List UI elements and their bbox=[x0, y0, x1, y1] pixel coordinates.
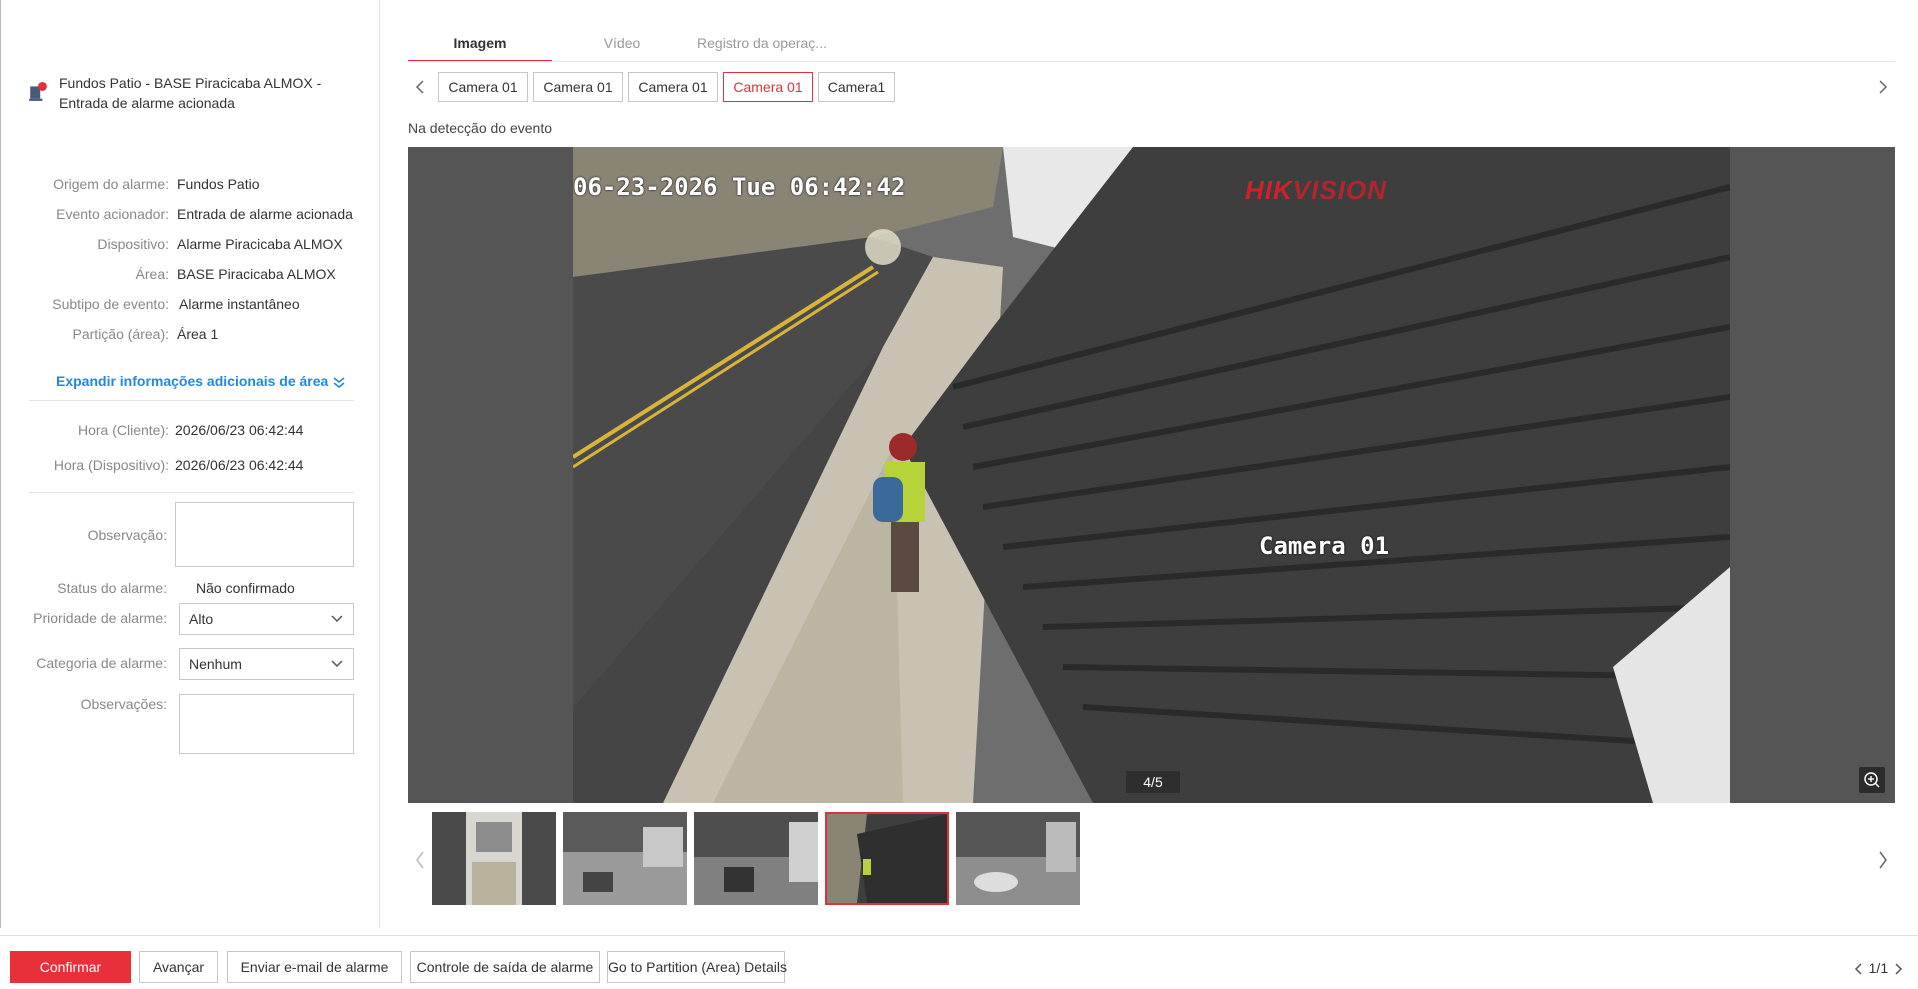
detail-row-subtipo: Subtipo de evento: Alarme instantâneo bbox=[1, 293, 381, 315]
camera-tab-2[interactable]: Camera 01 bbox=[533, 72, 623, 102]
camera-tab-3[interactable]: Camera 01 bbox=[628, 72, 718, 102]
next-button[interactable]: Avançar bbox=[139, 951, 218, 983]
tab-label: Vídeo bbox=[603, 35, 641, 51]
alarm-input-icon bbox=[29, 82, 47, 101]
partition-details-button[interactable]: Go to Partition (Area) Details bbox=[607, 951, 787, 983]
double-chevron-down-icon bbox=[333, 377, 345, 389]
thumbnail-image bbox=[563, 812, 687, 905]
category-label: Categoria de alarme: bbox=[36, 655, 167, 671]
alarm-output-button[interactable]: Controle de saída de alarme bbox=[410, 951, 600, 983]
camera-tab-5[interactable]: Camera1 bbox=[818, 72, 895, 102]
priority-label: Prioridade de alarme: bbox=[33, 610, 167, 626]
priority-select-value: Alto bbox=[189, 611, 214, 627]
chevron-right-icon[interactable] bbox=[1876, 79, 1890, 95]
divider bbox=[29, 400, 354, 401]
detail-value: Área 1 bbox=[177, 326, 219, 342]
observacoes-label: Observações: bbox=[80, 696, 167, 712]
action-bar: Confirmar Avançar Enviar e-mail de alarm… bbox=[0, 935, 1918, 989]
expand-area-info-link[interactable]: Expandir informações adicionais de área bbox=[56, 373, 346, 389]
camera-tab-1[interactable]: Camera 01 bbox=[438, 72, 528, 102]
thumbnail-2[interactable] bbox=[563, 812, 687, 905]
detail-value: BASE Piracicaba ALMOX bbox=[177, 266, 336, 282]
status-label: Status do alarme: bbox=[57, 580, 167, 596]
tab-label: Registro da operaç... bbox=[697, 35, 827, 51]
chevron-right-icon[interactable] bbox=[1892, 962, 1904, 976]
zoom-in-icon bbox=[1864, 772, 1880, 788]
status-value: Não confirmado bbox=[196, 580, 295, 596]
detail-value: Fundos Patio bbox=[177, 176, 260, 192]
chevron-left-icon[interactable] bbox=[1853, 962, 1865, 976]
observacao-label: Observação: bbox=[87, 527, 167, 543]
alarm-details-panel: Fundos Patio - BASE Piracicaba ALMOX - E… bbox=[0, 0, 380, 928]
thumbnail-image bbox=[432, 812, 556, 905]
detail-value: Alarme instantâneo bbox=[179, 296, 300, 312]
thumbnail-5[interactable] bbox=[956, 812, 1080, 905]
hikvision-logo: HIKVISION bbox=[1245, 175, 1387, 206]
thumbnail-image bbox=[827, 814, 947, 903]
alarm-title: Fundos Patio - BASE Piracicaba ALMOX - E… bbox=[59, 75, 322, 111]
observacao-textarea[interactable] bbox=[175, 502, 354, 567]
brand-part-hik: HIK bbox=[1245, 175, 1293, 205]
category-select[interactable]: Nenhum bbox=[179, 648, 354, 680]
thumbnail-4[interactable] bbox=[825, 812, 949, 905]
image-counter: 4/5 bbox=[1126, 771, 1180, 793]
pager: 1/1 bbox=[1853, 960, 1904, 976]
category-select-value: Nenhum bbox=[189, 656, 242, 672]
detail-label: Partição (área): bbox=[72, 326, 169, 342]
tab-imagem[interactable]: Imagem bbox=[408, 28, 552, 62]
detail-label: Origem do alarme: bbox=[53, 176, 169, 192]
image-viewer[interactable]: 06-23-2026 Tue 06:42:42 HIKVISION Camera… bbox=[408, 147, 1895, 803]
detection-label: Na detecção do evento bbox=[408, 120, 552, 136]
thumbnail-image bbox=[956, 812, 1080, 905]
detail-value: Alarme Piracicaba ALMOX bbox=[177, 236, 343, 252]
time-label: Hora (Dispositivo): bbox=[53, 457, 169, 473]
detail-label: Área: bbox=[135, 266, 169, 282]
tab-video[interactable]: Vídeo bbox=[560, 28, 684, 62]
expand-area-info-label: Expandir informações adicionais de área bbox=[56, 373, 329, 389]
chevron-right-icon[interactable] bbox=[1876, 850, 1890, 870]
tab-underline bbox=[408, 61, 1895, 62]
priority-select[interactable]: Alto bbox=[179, 603, 354, 635]
snapshot-image bbox=[573, 147, 1730, 803]
detail-row-dispositivo: Dispositivo: Alarme Piracicaba ALMOX bbox=[1, 233, 381, 255]
camera-name-overlay: Camera 01 bbox=[1259, 532, 1390, 560]
thumbnail-3[interactable] bbox=[694, 812, 818, 905]
zoom-button[interactable] bbox=[1859, 767, 1885, 793]
detail-label: Dispositivo: bbox=[97, 236, 169, 252]
chevron-left-icon[interactable] bbox=[413, 850, 427, 870]
detail-label: Evento acionador: bbox=[56, 206, 169, 222]
detail-row-evento: Evento acionador: Entrada de alarme acio… bbox=[1, 203, 381, 225]
confirm-button[interactable]: Confirmar bbox=[10, 951, 131, 983]
thumbnail-1[interactable] bbox=[432, 812, 556, 905]
chevron-left-icon[interactable] bbox=[413, 79, 427, 95]
brand-part-vision: VISION bbox=[1292, 175, 1387, 205]
divider bbox=[29, 492, 354, 493]
tab-label: Imagem bbox=[453, 35, 507, 51]
chevron-down-icon bbox=[331, 660, 343, 668]
camera-tab-4[interactable]: Camera 01 bbox=[723, 72, 813, 102]
time-value: 2026/06/23 06:42:44 bbox=[175, 457, 304, 473]
send-email-button[interactable]: Enviar e-mail de alarme bbox=[227, 951, 402, 983]
pager-label: 1/1 bbox=[1868, 960, 1889, 976]
detail-row-origem: Origem do alarme: Fundos Patio bbox=[1, 173, 381, 195]
timestamp-overlay: 06-23-2026 Tue 06:42:42 bbox=[573, 173, 906, 201]
tab-registro[interactable]: Registro da operaç... bbox=[692, 28, 832, 62]
time-value: 2026/06/23 06:42:44 bbox=[175, 422, 304, 438]
camera-snapshot: 06-23-2026 Tue 06:42:42 HIKVISION Camera… bbox=[573, 147, 1730, 803]
chevron-down-icon bbox=[331, 615, 343, 623]
time-label: Hora (Cliente): bbox=[77, 422, 169, 438]
detail-row-area: Área: BASE Piracicaba ALMOX bbox=[1, 263, 381, 285]
observacoes-textarea[interactable] bbox=[179, 694, 354, 754]
detail-label: Subtipo de evento: bbox=[52, 296, 169, 312]
detail-value: Entrada de alarme acionada bbox=[177, 206, 353, 222]
thumbnail-image bbox=[694, 812, 818, 905]
detail-row-particao: Partição (área): Área 1 bbox=[1, 323, 381, 345]
